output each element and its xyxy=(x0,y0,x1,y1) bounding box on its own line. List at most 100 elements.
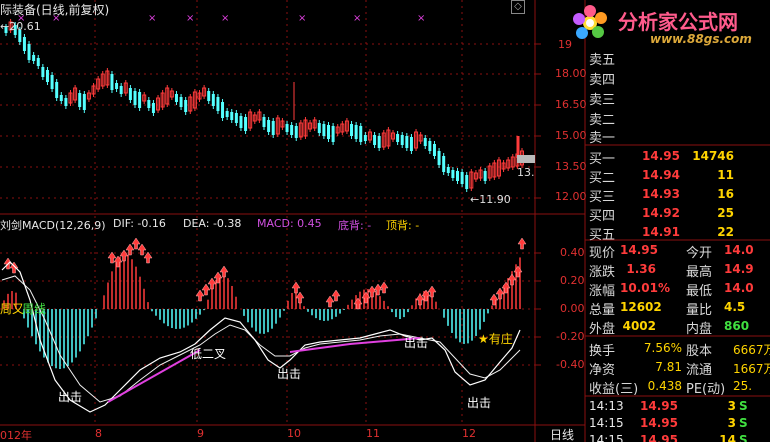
buy-arrow-icon xyxy=(501,281,511,294)
buy-row-3[interactable]: 买三 14.93 16 xyxy=(586,185,770,205)
sell-row-4[interactable]: 卖四 xyxy=(586,68,770,88)
buy-arrow-icon xyxy=(119,249,129,262)
candle-body xyxy=(483,171,487,181)
stat-value: 12602 xyxy=(620,300,662,314)
candle-body xyxy=(354,125,358,139)
indicator-top-div: 顶背: - xyxy=(386,219,420,232)
candle-body xyxy=(59,95,63,101)
logo-brand: 分析家公式网 xyxy=(618,10,738,34)
candle-body xyxy=(290,125,294,135)
candle-body xyxy=(225,111,229,117)
candle-body xyxy=(446,167,450,173)
stat-label: 内盘 xyxy=(686,322,713,337)
tick-time: 14:15 xyxy=(589,416,624,430)
chart-title: 际装备(日线,前复权) xyxy=(0,3,110,17)
buy-arrow-icon xyxy=(507,273,517,286)
time-axis-label: 8 xyxy=(95,427,102,440)
candle-body xyxy=(327,125,330,139)
candle-body xyxy=(363,135,367,141)
annotation-golden-cross: 低二叉 xyxy=(190,347,227,361)
last-price-tag: 13. xyxy=(517,166,535,179)
candle-body xyxy=(322,124,326,136)
stat-value: 860 xyxy=(724,319,750,333)
buy-price: 14.92 xyxy=(642,206,680,220)
top-marker-icon: × xyxy=(148,13,156,24)
tick-time: 14:15 xyxy=(589,433,624,442)
stat-label: 今开 xyxy=(686,246,713,261)
candle-body xyxy=(147,100,151,108)
buy-arrow-icon xyxy=(373,283,383,296)
stat-value: 6667万 xyxy=(733,343,770,357)
buy-arrow-icon xyxy=(367,285,377,298)
tick-volume: 3 xyxy=(727,416,736,430)
buy-row-2[interactable]: 买二 14.94 11 xyxy=(586,166,770,186)
indicator-name: 刘剑MACD(12,26,9) xyxy=(0,219,106,232)
buy-arrow-icon xyxy=(207,277,217,290)
stat-label: 涨幅 xyxy=(589,284,616,299)
last-price-marker xyxy=(517,155,535,163)
candle-body xyxy=(179,97,183,107)
buy-row-5[interactable]: 买五 14.91 22 xyxy=(586,223,770,243)
candle-body xyxy=(27,44,31,60)
candle-body xyxy=(55,82,59,98)
candle-body xyxy=(184,100,188,112)
time-axis-label: 10 xyxy=(287,427,301,440)
buy-row-1[interactable]: 买一 14.95 14746 xyxy=(586,147,770,167)
candle-body xyxy=(133,91,137,105)
buy-price: 14.91 xyxy=(642,225,680,239)
candle-body xyxy=(22,37,26,51)
sell-row-3[interactable]: 卖三 xyxy=(586,88,770,108)
candle-body xyxy=(331,126,335,142)
stat-value: 14.0 xyxy=(724,281,754,295)
buy-arrow-icon xyxy=(331,289,341,302)
high-price-label: ←20.61 xyxy=(0,20,41,33)
candle-body xyxy=(174,94,178,102)
sell-row-1[interactable]: 卖一 xyxy=(586,126,770,146)
candle-body xyxy=(294,126,298,138)
candle-body xyxy=(82,94,86,110)
stat-value: 14.0 xyxy=(724,243,754,257)
candle-body xyxy=(230,112,234,120)
candle-body xyxy=(460,172,464,184)
candle-body xyxy=(32,55,36,61)
period-label[interactable]: 日线 xyxy=(550,426,574,442)
candle-body xyxy=(396,134,400,142)
tick-side: S xyxy=(739,399,748,413)
buy-row-4[interactable]: 买四 14.92 25 xyxy=(586,204,770,224)
buy-arrow-icon xyxy=(353,297,363,310)
candle-body xyxy=(45,70,49,82)
divergence-line xyxy=(107,349,201,403)
logo-url: www.88gs.com xyxy=(650,32,752,46)
tick-price: 14.95 xyxy=(640,399,678,413)
tick-price: 14.95 xyxy=(640,416,678,430)
candle-body xyxy=(221,102,225,118)
price-axis-tick: 13.50 xyxy=(555,160,587,173)
stat-label: 收益(三) xyxy=(589,382,639,397)
sell-row-5[interactable]: 卖五 xyxy=(586,48,770,68)
stat-value: 1667万 xyxy=(733,362,770,376)
collapse-icon[interactable]: ◇ xyxy=(511,0,525,14)
stat-label: 换手 xyxy=(589,344,616,359)
buy-price: 14.94 xyxy=(642,168,680,182)
sell-label: 卖三 xyxy=(589,93,616,108)
buy-arrow-icon xyxy=(219,265,229,278)
tick-volume: 3 xyxy=(727,399,736,413)
time-axis-label: 11 xyxy=(366,427,380,440)
sell-label: 卖一 xyxy=(589,131,616,146)
candle-body xyxy=(405,136,409,148)
price-axis-tick: 15.00 xyxy=(555,129,587,142)
candle-body xyxy=(239,116,243,128)
stat-value: 4.5 xyxy=(724,300,746,314)
tick-side: S xyxy=(739,433,748,442)
stat-value: 7.56% xyxy=(643,341,682,355)
candle-body xyxy=(432,144,436,156)
candle-body xyxy=(377,136,381,148)
candle-body xyxy=(285,124,289,132)
buy-arrow-icon xyxy=(513,265,523,278)
sell-row-2[interactable]: 卖二 xyxy=(586,108,770,128)
candle-body xyxy=(110,74,114,90)
indicator-macd: MACD: 0.45 xyxy=(257,217,322,230)
candle-body xyxy=(244,117,248,131)
annotation-zhuang: ★有庄 xyxy=(478,332,513,346)
stat-value: 1.36 xyxy=(626,262,656,276)
